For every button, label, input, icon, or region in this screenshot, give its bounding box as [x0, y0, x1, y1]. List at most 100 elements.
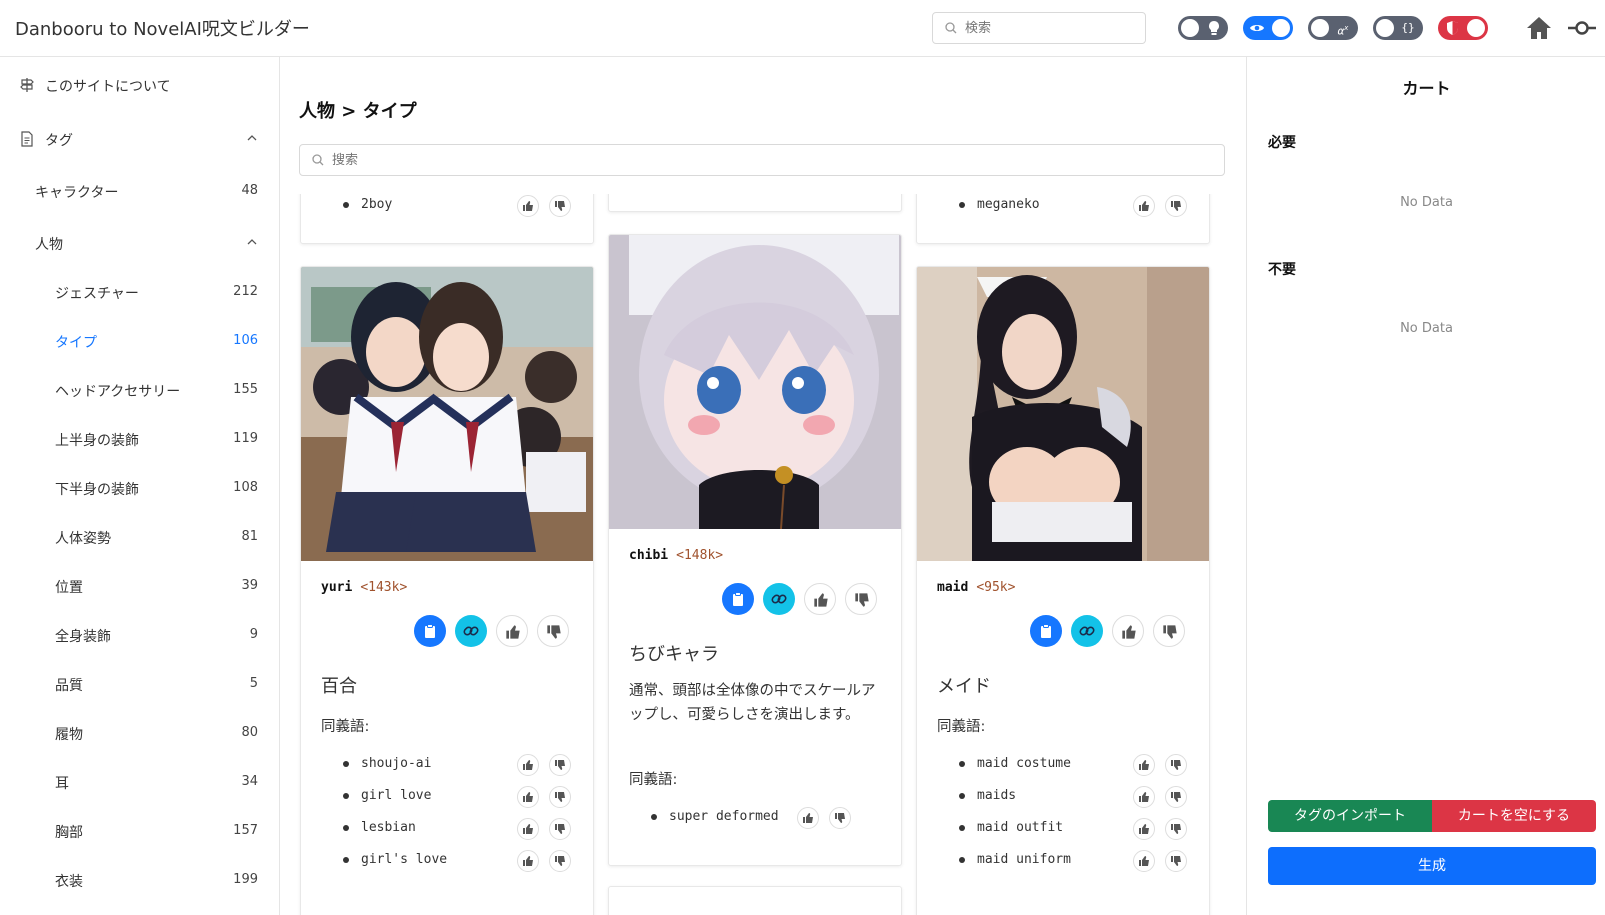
sidebar-item-4[interactable]: 下半身の装飾 108 — [0, 468, 279, 508]
braces-icon: {} — [1401, 21, 1415, 34]
like-button[interactable] — [517, 786, 539, 808]
thumbs-up-icon — [1139, 760, 1149, 770]
sidebar-item-2[interactable]: ヘッドアクセサリー 155 — [0, 370, 279, 410]
tag-name: maid — [937, 580, 969, 595]
sidebar-item-9[interactable]: 履物 80 — [0, 713, 279, 753]
sidebar-item-character[interactable]: キャラクター 48 — [0, 171, 279, 211]
sidebar-item-10[interactable]: 耳 34 — [0, 762, 279, 802]
like-button[interactable] — [1133, 786, 1155, 808]
home-icon[interactable] — [1525, 15, 1553, 41]
sidebar-item-6[interactable]: 位置 39 — [0, 566, 279, 606]
synonym-text: lesbian — [361, 820, 416, 835]
thumbs-up-icon — [506, 625, 520, 639]
copy-button[interactable] — [1030, 615, 1062, 647]
sidebar-item-about[interactable]: このサイトについて — [0, 65, 279, 105]
synonym-text: shoujo-ai — [361, 756, 432, 771]
synonym-item: super deformed — [647, 804, 883, 832]
like-button[interactable] — [797, 807, 819, 829]
sidebar-item-8[interactable]: 品質 5 — [0, 664, 279, 704]
clear-cart-button[interactable]: カートを空にする — [1432, 800, 1596, 832]
dislike-button[interactable] — [845, 583, 877, 615]
dislike-button[interactable] — [549, 754, 571, 776]
sidebar-group-tags[interactable]: タグ — [0, 119, 279, 159]
link-button[interactable] — [1071, 615, 1103, 647]
dislike-button[interactable] — [1165, 754, 1187, 776]
synonym-item: shoujo-ai — [339, 751, 575, 779]
like-button[interactable] — [1133, 195, 1155, 217]
tag-card-partial — [608, 886, 902, 915]
main-search-input[interactable] — [332, 150, 1192, 170]
dislike-button[interactable] — [549, 195, 571, 217]
sidebar-group-person[interactable]: 人物 — [0, 223, 279, 263]
like-button[interactable] — [517, 754, 539, 776]
sidebar-item-11[interactable]: 胸部 157 — [0, 811, 279, 851]
sidebar-item-12[interactable]: 衣装 199 — [0, 860, 279, 900]
like-button[interactable] — [1133, 754, 1155, 776]
sidebar-item-count: 39 — [241, 578, 258, 593]
thumbs-down-icon — [547, 625, 561, 639]
synonyms-label: 同義語: — [321, 719, 370, 735]
dislike-button[interactable] — [549, 818, 571, 840]
thumbs-up-icon — [1139, 201, 1149, 211]
sidebar-item-label: 品質 — [55, 678, 83, 694]
dislike-button[interactable] — [1165, 195, 1187, 217]
sidebar-item-5[interactable]: 人体姿勢 81 — [0, 517, 279, 557]
like-button[interactable] — [1133, 850, 1155, 872]
header-search-input[interactable] — [965, 18, 1135, 38]
search-icon — [312, 154, 324, 166]
nsfw-toggle[interactable] — [1438, 16, 1488, 40]
formula-toggle[interactable]: αx — [1308, 16, 1358, 40]
like-button[interactable] — [804, 583, 836, 615]
like-button[interactable] — [517, 850, 539, 872]
tag-translation: ちびキャラ — [629, 644, 719, 665]
sidebar-item-7[interactable]: 全身装飾 9 — [0, 615, 279, 655]
dislike-button[interactable] — [1165, 818, 1187, 840]
dislike-button[interactable] — [1153, 615, 1185, 647]
braces-toggle[interactable]: {} — [1373, 16, 1423, 40]
dislike-button[interactable] — [549, 850, 571, 872]
link-button[interactable] — [763, 583, 795, 615]
dislike-button[interactable] — [537, 615, 569, 647]
tag-card-partial — [608, 194, 902, 212]
git-commit-icon[interactable] — [1568, 18, 1596, 38]
like-button[interactable] — [496, 615, 528, 647]
dislike-button[interactable] — [549, 786, 571, 808]
copy-button[interactable] — [414, 615, 446, 647]
link-button[interactable] — [455, 615, 487, 647]
header-search-box[interactable] — [932, 12, 1146, 44]
chevron-up-icon — [247, 239, 257, 245]
tag-post-count: <95k> — [976, 580, 1016, 595]
like-button[interactable] — [1112, 615, 1144, 647]
sidebar-item-1[interactable]: タイプ 106 — [0, 321, 279, 361]
shield-icon — [1447, 21, 1458, 35]
thumbs-down-icon — [1171, 201, 1181, 211]
tag-image[interactable] — [609, 235, 901, 529]
import-tags-button[interactable]: タグのインポート — [1268, 800, 1432, 832]
sidebar: このサイトについて タグ キャラクター 48 人物 ジェスチャー 212 タイプ 10… — [0, 57, 280, 915]
tag-image[interactable] — [917, 267, 1209, 561]
copy-button[interactable] — [722, 583, 754, 615]
link-icon — [1079, 626, 1095, 636]
like-button[interactable] — [517, 818, 539, 840]
unneeded-empty-state: No Data — [1400, 321, 1453, 336]
thumbs-up-icon — [523, 824, 533, 834]
generate-button[interactable]: 生成 — [1268, 847, 1596, 885]
sidebar-item-label: 位置 — [55, 580, 83, 596]
sidebar-item-3[interactable]: 上半身の装飾 119 — [0, 419, 279, 459]
sidebar-item-label: 下半身の装飾 — [55, 482, 139, 498]
preview-toggle[interactable] — [1243, 16, 1293, 40]
alpha-x-icon: αx — [1337, 24, 1349, 38]
dislike-button[interactable] — [1165, 786, 1187, 808]
main-search-box[interactable] — [299, 144, 1225, 176]
tag-image[interactable] — [301, 267, 593, 561]
synonym-text: girl love — [361, 788, 432, 803]
dislike-button[interactable] — [829, 807, 851, 829]
like-button[interactable] — [517, 195, 539, 217]
theme-toggle[interactable] — [1178, 16, 1228, 40]
sidebar-item-0[interactable]: ジェスチャー 212 — [0, 272, 279, 312]
like-button[interactable] — [1133, 818, 1155, 840]
synonym-text: girl's love — [361, 852, 448, 867]
thumbs-down-icon — [555, 760, 565, 770]
dislike-button[interactable] — [1165, 850, 1187, 872]
synonym-text: super deformed — [669, 809, 779, 824]
